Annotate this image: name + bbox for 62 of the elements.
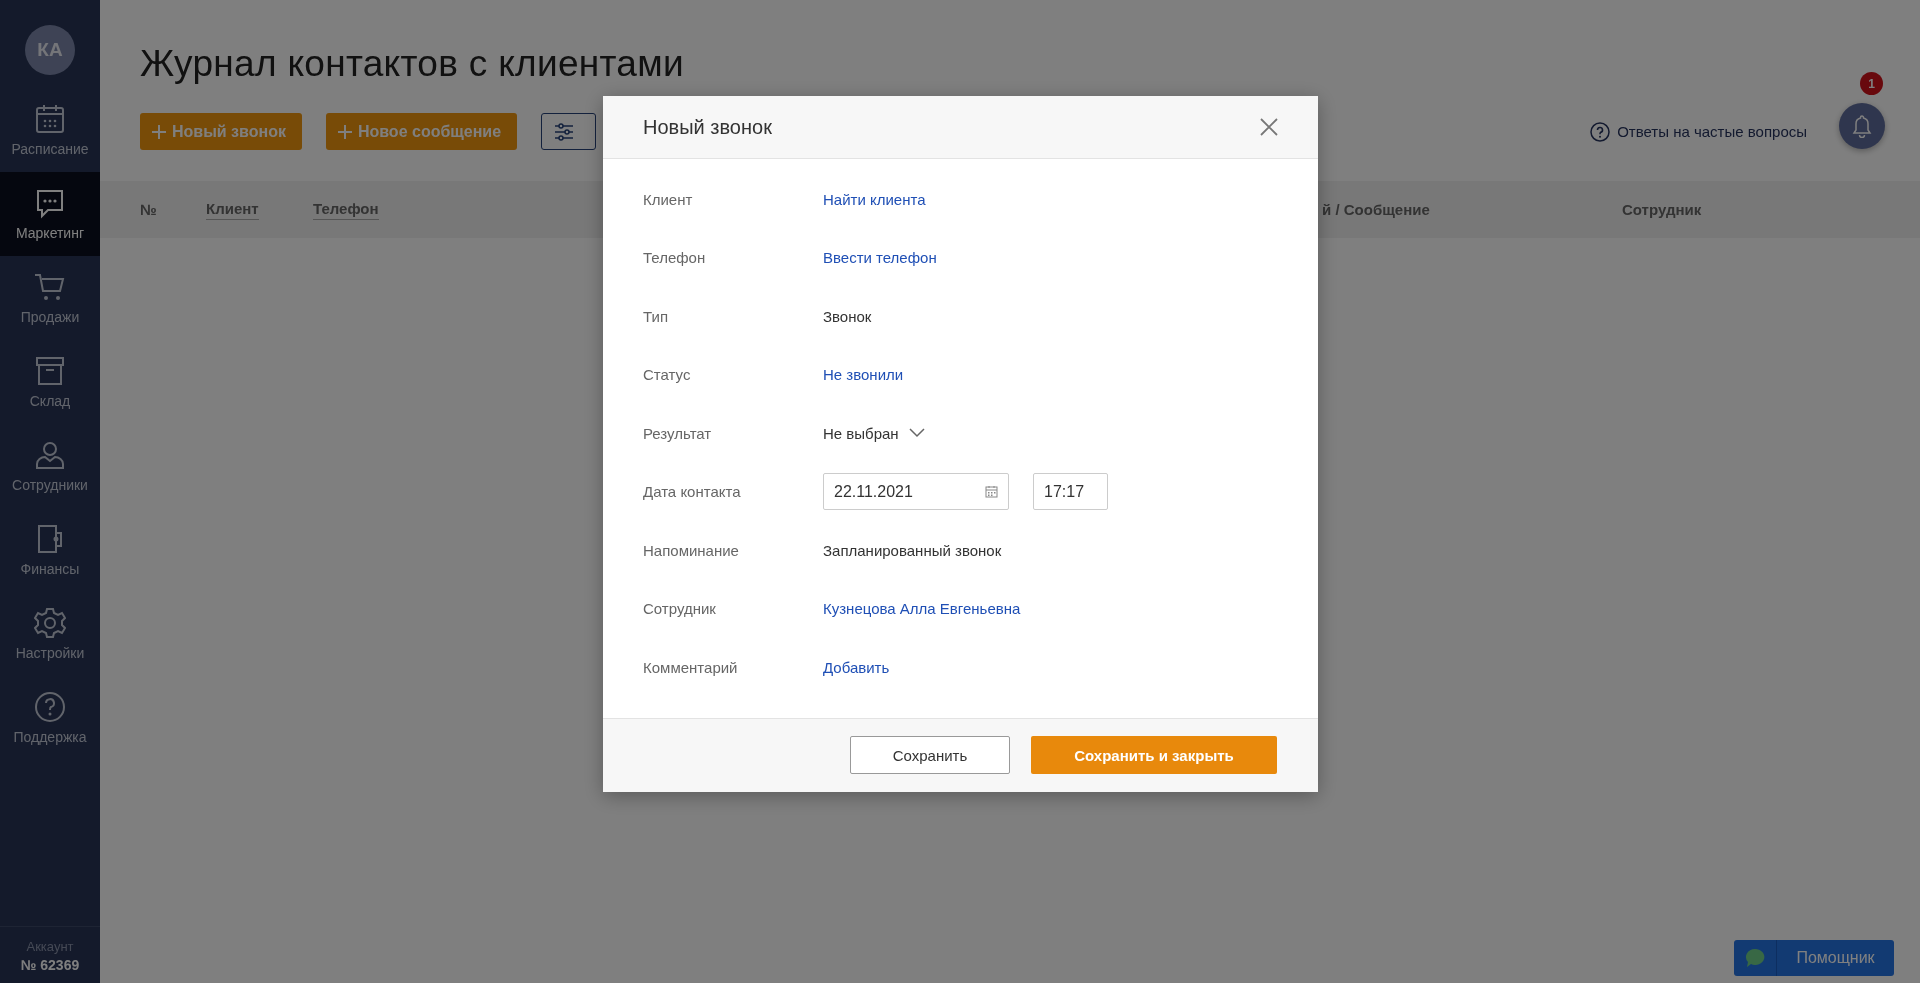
page-title: Журнал контактов с клиентами [140, 43, 684, 85]
settings-icon [34, 607, 66, 639]
column-header[interactable]: Клиент [206, 199, 259, 220]
field-link[interactable]: Добавить [823, 658, 890, 676]
field-value: Звонок [823, 307, 872, 325]
cart-icon [34, 271, 66, 303]
field-label: Клиент [643, 190, 693, 208]
field-label: Статус [643, 366, 691, 384]
sidebar-item[interactable]: Продажи [0, 256, 100, 340]
helper-label[interactable]: Помощник [1777, 949, 1894, 967]
result-dropdown[interactable]: Не выбран [823, 424, 925, 442]
add-button[interactable]: Новое сообщение [325, 113, 518, 150]
field-label: Комментарий [643, 658, 738, 676]
chevron-down-icon [908, 428, 925, 439]
person-icon [34, 439, 66, 471]
add-button[interactable]: Новый звонок [140, 113, 302, 150]
help-icon [1590, 121, 1611, 142]
time-field[interactable]: 17:17 [1033, 473, 1108, 511]
field-label: Результат [643, 424, 712, 442]
date-field[interactable]: 22.11.2021 [823, 473, 1009, 511]
field-label: Тип [643, 307, 668, 325]
account-number: № 62369 [19, 957, 81, 973]
sliders-icon [554, 122, 575, 141]
column-header: № [140, 201, 157, 218]
field-label: Сотрудник [643, 600, 716, 618]
field-link[interactable]: Не звонили [823, 366, 904, 384]
sidebar-item[interactable]: Маркетинг [0, 172, 100, 256]
sidebar-item[interactable]: Сотрудники [0, 424, 100, 508]
sidebar-item[interactable]: Настройки [0, 592, 100, 676]
close-button[interactable] [1260, 118, 1278, 136]
filter-button[interactable] [541, 113, 597, 150]
column-header[interactable]: Телефон [313, 199, 379, 220]
column-header: й / Сообщение [1322, 201, 1430, 218]
field-label: Телефон [643, 249, 706, 267]
archive-box-icon [34, 355, 66, 387]
calendar-icon [34, 103, 66, 135]
sidebar-item[interactable]: Склад [0, 340, 100, 424]
dialog-title: Новый звонок [643, 115, 772, 139]
help-icon [34, 691, 66, 723]
chat-bubble-icon [1745, 948, 1765, 968]
faq-link[interactable]: Ответы на частые вопросы [1590, 121, 1807, 142]
helper-button[interactable]: Помощник [1734, 940, 1894, 976]
field-value: Запланированный звонок [823, 541, 1002, 559]
field-link[interactable]: Кузнецова Алла Евгеньевна [823, 600, 1021, 618]
field-link[interactable]: Найти клиента [823, 190, 926, 208]
plus-icon [337, 124, 352, 139]
save-close-button[interactable]: Сохранить и закрыть [1031, 736, 1277, 774]
sidebar-item[interactable]: Расписание [0, 88, 100, 172]
bell-icon [1851, 114, 1873, 138]
calendar-icon [985, 485, 998, 499]
field-link[interactable]: Ввести телефон [823, 249, 937, 267]
save-button[interactable]: Сохранить [850, 736, 1010, 774]
field-label: Напоминание [643, 541, 739, 559]
close-icon [1260, 118, 1278, 136]
plus-icon [152, 124, 166, 139]
sidebar-item[interactable]: Финансы [0, 508, 100, 592]
notification-badge: 1 [1860, 72, 1883, 95]
chat-icon [34, 187, 66, 219]
sidebar-item[interactable]: Поддержка [0, 676, 100, 760]
field-label: Дата контакта [643, 483, 741, 501]
notifications-button[interactable] [1839, 103, 1885, 149]
column-header: Сотрудник [1622, 201, 1702, 218]
